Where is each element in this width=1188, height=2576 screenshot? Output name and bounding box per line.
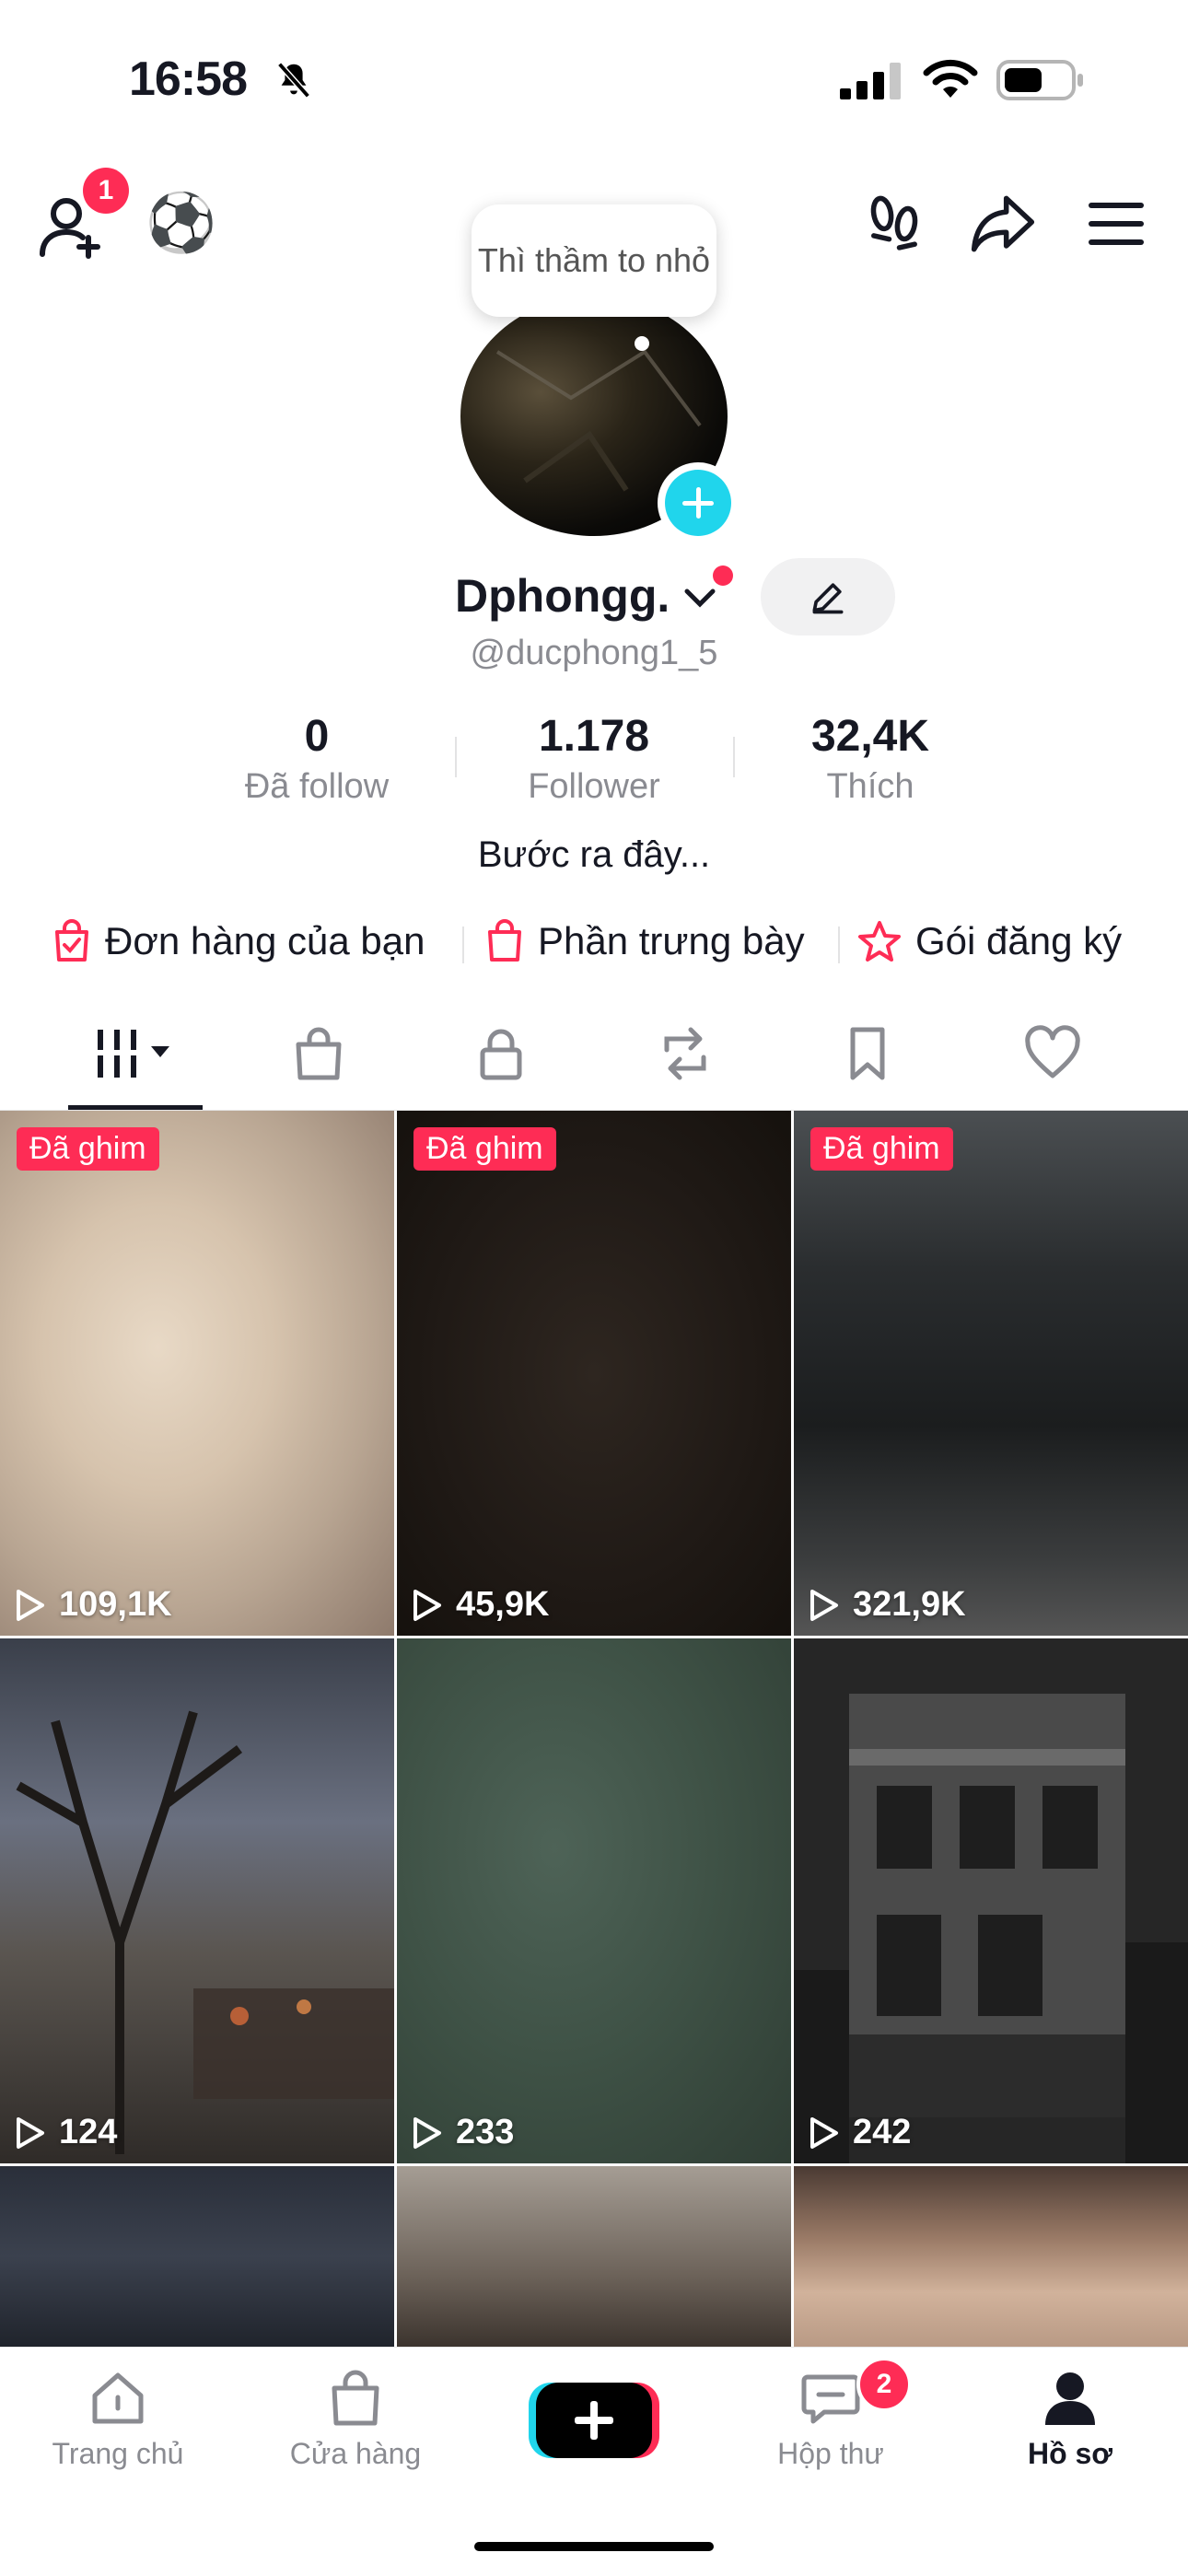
subscription-link[interactable]: Gói đăng ký [856, 919, 1122, 963]
tooltip-text: Thì thầm to nhỏ [477, 241, 711, 279]
home-indicator [474, 2542, 714, 2551]
user-handle: @ducphong1_5 [470, 634, 718, 672]
nav-profile-label: Hồ sơ [1027, 2437, 1113, 2470]
nav-shop[interactable]: Cửa hàng [263, 2368, 448, 2471]
stat-followers-label: Follower [528, 767, 660, 806]
home-icon [92, 2372, 144, 2424]
view-count-value: 321,9K [853, 1585, 966, 1624]
stat-likes-label: Thích [826, 767, 914, 806]
showcase-link[interactable]: Phần trưng bày [484, 919, 805, 963]
stat-likes-value: 32,4K [810, 712, 930, 761]
stat-following-label: Đã follow [244, 767, 390, 806]
stat-followers[interactable]: 1.178 Follower [483, 711, 705, 807]
display-name[interactable]: Dphongg. [455, 569, 670, 623]
shopping-bag-icon [488, 919, 521, 962]
tooltip-dot-icon [635, 336, 649, 351]
pencil-icon [812, 583, 844, 614]
heart-icon [1025, 1025, 1080, 1078]
profile-icon [1045, 2372, 1095, 2425]
add-avatar-button[interactable] [656, 460, 740, 545]
subscription-link-label: Gói đăng ký [915, 919, 1123, 962]
view-count: 242 [809, 2113, 911, 2152]
video-thumbnail[interactable]: 242 [794, 1638, 1188, 2163]
plus-icon [529, 2383, 659, 2458]
view-count-value: 45,9K [456, 1585, 550, 1624]
bookmark-icon [850, 1027, 885, 1080]
videos-tab[interactable] [92, 1024, 188, 1086]
star-icon [858, 921, 901, 962]
play-icon [810, 2116, 838, 2149]
stat-following-value: 0 [304, 712, 330, 761]
liked-tab[interactable] [1022, 1024, 1083, 1088]
divider [462, 927, 464, 963]
bag-check-icon [55, 919, 88, 962]
nav-home[interactable]: Trang chủ [26, 2368, 210, 2471]
pinned-badge: Đã ghim [17, 1127, 159, 1171]
repost-icon [664, 1027, 706, 1080]
video-thumbnail[interactable] [0, 2166, 394, 2347]
nav-inbox-label: Hộp thư [777, 2437, 884, 2470]
nav-shop-label: Cửa hàng [289, 2437, 422, 2470]
divider [455, 737, 457, 777]
shopping-bag-icon [296, 1027, 342, 1080]
view-count-value: 233 [456, 2113, 515, 2151]
view-count-value: 124 [59, 2113, 118, 2151]
play-icon [413, 2116, 441, 2149]
view-count-value: 109,1K [59, 1585, 172, 1624]
view-count: 45,9K [412, 1585, 549, 1625]
menu-icon[interactable] [1087, 199, 1146, 249]
divider [733, 737, 735, 777]
video-thumbnail[interactable] [397, 2166, 791, 2347]
bell-muted-icon [277, 62, 310, 99]
repost-tab[interactable] [654, 1024, 716, 1088]
signal-icon [840, 63, 901, 99]
create-button[interactable] [502, 2379, 686, 2466]
stat-following[interactable]: 0 Đã follow [206, 711, 427, 807]
tooltip-bubble[interactable]: Thì thầm to nhỏ [472, 204, 716, 317]
divider [838, 927, 840, 963]
orders-link[interactable]: Đơn hàng của bạn [52, 919, 425, 963]
share-icon[interactable] [969, 192, 1037, 256]
play-icon [413, 1589, 441, 1621]
wifi-icon [923, 59, 978, 98]
video-thumbnail[interactable] [794, 2166, 1188, 2347]
soccer-ball-icon[interactable]: ⚽️ [146, 190, 216, 257]
status-time: 16:58 [129, 52, 248, 106]
notification-dot-icon [713, 565, 733, 586]
video-thumbnail[interactable]: Đã ghim 109,1K [0, 1111, 394, 1636]
play-icon [810, 1589, 838, 1621]
battery-icon [996, 60, 1083, 100]
lock-icon [480, 1029, 522, 1080]
orders-link-label: Đơn hàng của bạn [105, 919, 425, 962]
shop-tab[interactable] [289, 1024, 348, 1088]
bio: Bước ra đây... [477, 834, 711, 875]
video-thumbnail[interactable]: 124 [0, 1638, 394, 2163]
inbox-badge: 2 [856, 2357, 912, 2412]
shopping-bag-icon [332, 2370, 379, 2426]
nav-profile[interactable]: Hồ sơ [978, 2368, 1162, 2471]
view-count: 321,9K [809, 1585, 966, 1625]
video-thumbnail[interactable]: Đã ghim 321,9K [794, 1111, 1188, 1636]
view-count-value: 242 [853, 2113, 912, 2151]
view-count: 233 [412, 2113, 514, 2152]
video-thumbnail[interactable]: 233 [397, 1638, 791, 2163]
private-tab[interactable] [472, 1024, 530, 1088]
showcase-link-label: Phần trưng bày [538, 919, 805, 962]
nav-home-label: Trang chủ [52, 2437, 184, 2470]
grid-icon [98, 1030, 169, 1078]
pinned-badge: Đã ghim [413, 1127, 556, 1171]
saved-tab[interactable] [840, 1024, 895, 1088]
edit-profile-button[interactable] [761, 558, 895, 635]
view-count: 109,1K [15, 1585, 172, 1625]
add-friend-badge: 1 [83, 168, 129, 214]
play-icon [17, 2116, 44, 2149]
video-thumbnail[interactable]: Đã ghim 45,9K [397, 1111, 791, 1636]
stat-likes[interactable]: 32,4K Thích [760, 711, 981, 807]
play-icon [17, 1589, 44, 1621]
pinned-badge: Đã ghim [810, 1127, 953, 1171]
stat-followers-value: 1.178 [538, 712, 650, 761]
view-count: 124 [15, 2113, 117, 2152]
chat-bubble-icon [801, 2374, 860, 2424]
footprints-icon[interactable] [860, 190, 928, 258]
